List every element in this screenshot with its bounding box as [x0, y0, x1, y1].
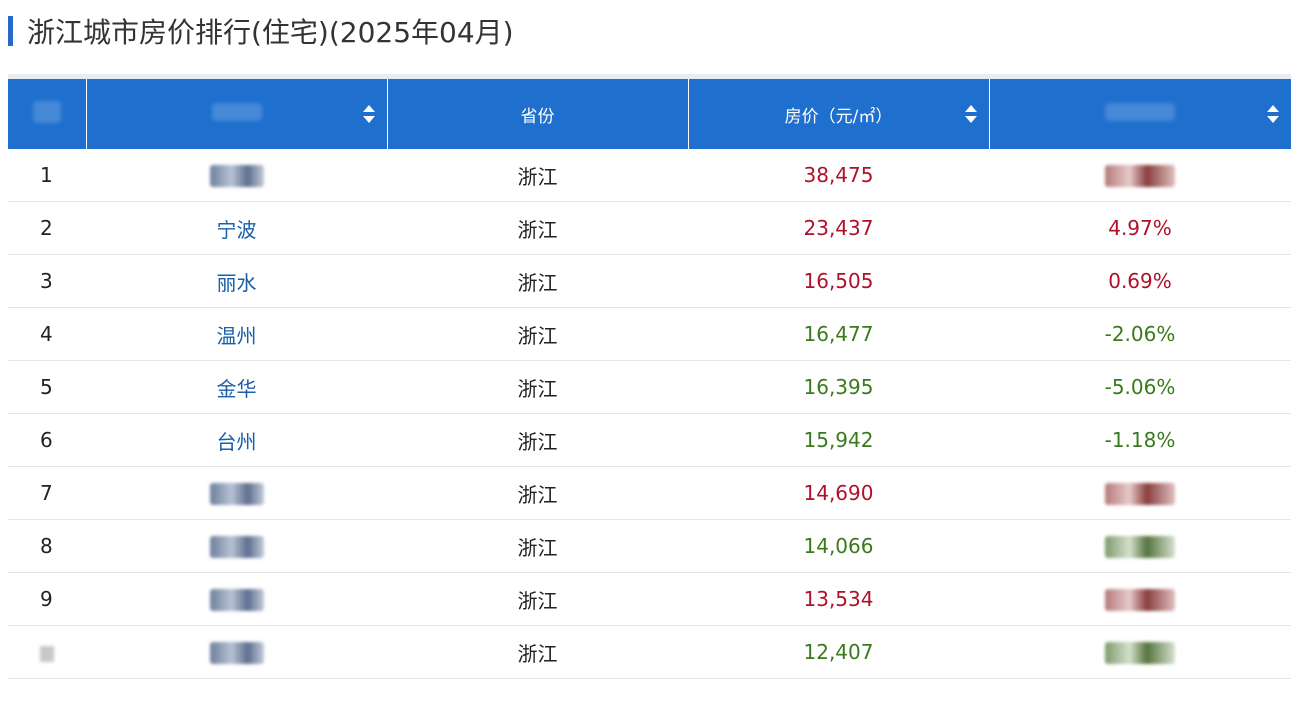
header-price[interactable]: 房价（元/㎡）: [688, 79, 990, 149]
header-city-blurred: [211, 102, 262, 121]
province-cell: 浙江: [387, 625, 688, 679]
city-cell[interactable]: 丽水: [86, 254, 387, 308]
city-cell[interactable]: 宁波: [86, 201, 387, 255]
change-blurred: [1105, 642, 1175, 665]
city-cell[interactable]: [86, 149, 387, 202]
table-row: 浙江 12,407: [8, 625, 1291, 679]
rank-cell: 4: [8, 307, 86, 361]
title-accent-bar: [8, 16, 13, 46]
header-change-blurred: [1105, 102, 1176, 121]
price-cell: 16,395: [688, 360, 989, 414]
page-title-bar: 浙江城市房价排行(住宅)(2025年04月): [8, 14, 514, 49]
rank-cell: 7: [8, 466, 86, 520]
table-body: 1 浙江 38,475 2 宁波 浙江 23,437 4.97% 3 丽水 浙江 16,505 0.69…: [8, 149, 1291, 679]
table-row: 2 宁波 浙江 23,437 4.97%: [8, 201, 1291, 255]
city-cell[interactable]: 温州: [86, 307, 387, 361]
header-change[interactable]: [989, 79, 1291, 149]
city-blurred: [209, 642, 264, 665]
header-city[interactable]: [86, 79, 388, 149]
change-cell: -5.06%: [989, 360, 1291, 414]
price-cell: 16,505: [688, 254, 989, 308]
change-blurred: [1105, 165, 1175, 188]
table-row: 1 浙江 38,475: [8, 149, 1291, 202]
change-cell: [989, 572, 1291, 626]
table-row: 3 丽水 浙江 16,505 0.69%: [8, 254, 1291, 308]
city-blurred: [209, 483, 264, 506]
city-cell[interactable]: [86, 466, 387, 520]
change-cell: [989, 519, 1291, 573]
change-cell: [989, 466, 1291, 520]
change-cell: 0.69%: [989, 254, 1291, 308]
rank-cell: 1: [8, 149, 86, 202]
province-cell: 浙江: [387, 413, 688, 467]
table-row: 4 温州 浙江 16,477 -2.06%: [8, 307, 1291, 361]
city-cell[interactable]: [86, 519, 387, 573]
rank-blurred: [40, 645, 54, 662]
city-cell[interactable]: [86, 572, 387, 626]
province-cell: 浙江: [387, 360, 688, 414]
change-blurred: [1105, 483, 1175, 506]
price-cell: 23,437: [688, 201, 989, 255]
rank-cell: 5: [8, 360, 86, 414]
change-cell: [989, 149, 1291, 202]
header-price-label: 房价（元/㎡）: [784, 106, 893, 127]
change-cell: 4.97%: [989, 201, 1291, 255]
change-cell: -1.18%: [989, 413, 1291, 467]
sort-icon[interactable]: [964, 105, 977, 123]
rank-cell: [8, 625, 86, 679]
province-cell: 浙江: [387, 149, 688, 202]
province-cell: 浙江: [387, 572, 688, 626]
city-cell[interactable]: [86, 625, 387, 679]
province-cell: 浙江: [387, 466, 688, 520]
province-cell: 浙江: [387, 519, 688, 573]
change-blurred: [1105, 589, 1175, 612]
header-rank: [8, 79, 87, 149]
city-blurred: [209, 589, 264, 612]
price-cell: 14,690: [688, 466, 989, 520]
price-cell: 12,407: [688, 625, 989, 679]
table-header-row: 省份 房价（元/㎡）: [8, 79, 1291, 149]
sort-icon[interactable]: [1267, 105, 1279, 123]
sort-icon[interactable]: [362, 105, 375, 123]
table-row: 7 浙江 14,690: [8, 466, 1291, 520]
price-cell: 16,477: [688, 307, 989, 361]
header-province: 省份: [387, 79, 689, 149]
table-row: 5 金华 浙江 16,395 -5.06%: [8, 360, 1291, 414]
price-cell: 15,942: [688, 413, 989, 467]
rank-cell: 8: [8, 519, 86, 573]
page-title: 浙江城市房价排行(住宅)(2025年04月): [27, 16, 514, 49]
province-cell: 浙江: [387, 201, 688, 255]
rank-cell: 9: [8, 572, 86, 626]
province-cell: 浙江: [387, 254, 688, 308]
change-cell: [989, 625, 1291, 679]
city-blurred: [209, 536, 264, 559]
table-row: 9 浙江 13,534: [8, 572, 1291, 626]
city-cell[interactable]: 台州: [86, 413, 387, 467]
price-cell: 13,534: [688, 572, 989, 626]
ranking-table-container: 省份 房价（元/㎡） 1 浙江 38,475 2 宁波 浙江 23,437 4.97% 3 丽水浙…: [8, 74, 1291, 679]
rank-cell: 3: [8, 254, 86, 308]
city-blurred: [209, 165, 264, 188]
rank-cell: 2: [8, 201, 86, 255]
province-cell: 浙江: [387, 307, 688, 361]
header-province-label: 省份: [520, 106, 555, 127]
header-rank-blurred: [32, 100, 61, 123]
rank-cell: 6: [8, 413, 86, 467]
price-cell: 38,475: [688, 149, 989, 202]
change-cell: -2.06%: [989, 307, 1291, 361]
table-row: 8 浙江 14,066: [8, 519, 1291, 573]
ranking-table: 省份 房价（元/㎡） 1 浙江 38,475 2 宁波 浙江 23,437 4.97% 3 丽水浙…: [8, 79, 1291, 679]
change-blurred: [1105, 536, 1175, 559]
city-cell[interactable]: 金华: [86, 360, 387, 414]
table-row: 6 台州 浙江 15,942 -1.18%: [8, 413, 1291, 467]
price-cell: 14,066: [688, 519, 989, 573]
